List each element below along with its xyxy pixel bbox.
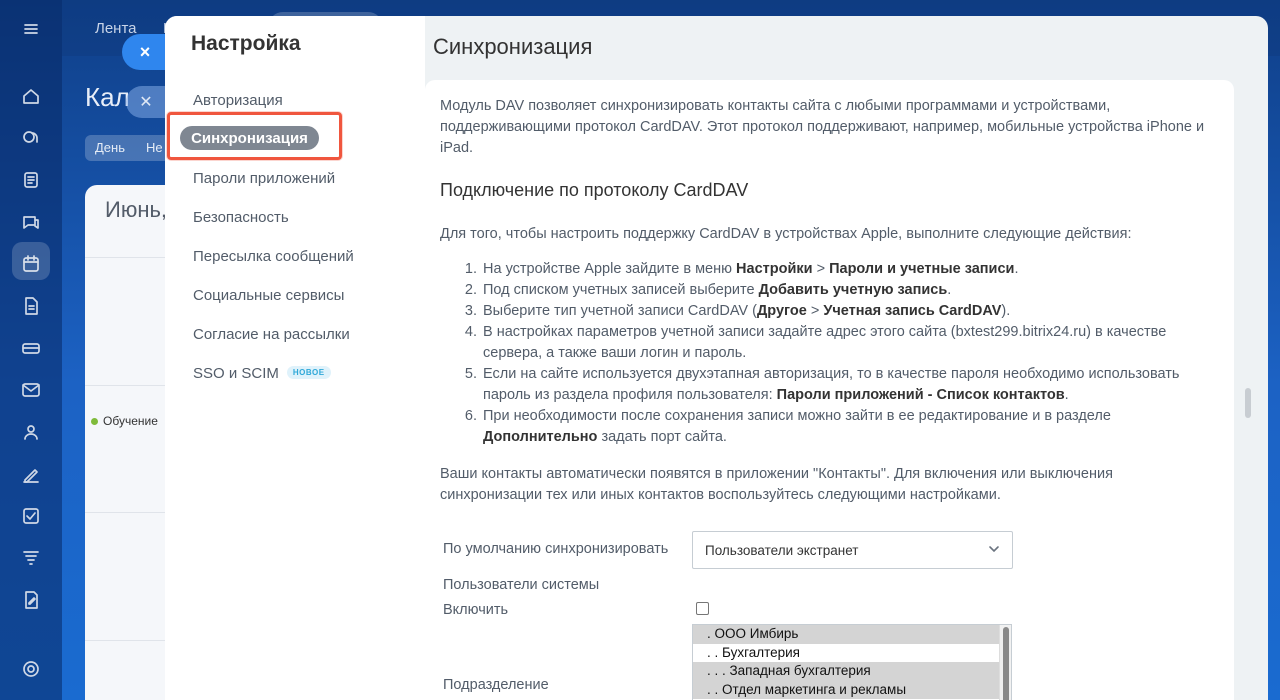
step-item: Под списком учетных записей выберите Доб… xyxy=(481,280,1225,301)
page-title: Синхронизация xyxy=(433,34,593,59)
step-bold-text: Пароли приложений - Список контактов xyxy=(776,387,1065,403)
step-text: . xyxy=(1014,261,1019,277)
step-text: В настройках параметров учетной записи з… xyxy=(483,324,1167,361)
calendar-divider xyxy=(85,385,165,386)
close-icon[interactable]: ✕ xyxy=(126,86,166,118)
step-text: > xyxy=(806,303,824,319)
edit-doc-icon[interactable] xyxy=(19,588,43,612)
panel-scrollbar[interactable] xyxy=(1245,388,1251,418)
filter-icon[interactable] xyxy=(19,546,43,570)
step-text: ). xyxy=(1001,303,1011,319)
step-item: Выберите тип учетной записи CardDAV (Дру… xyxy=(481,301,1225,322)
settings-icon[interactable] xyxy=(19,657,43,681)
outro-text: Ваши контакты автоматически появятся в п… xyxy=(440,466,1113,503)
department-option[interactable]: . ООО Имбирь xyxy=(693,625,999,644)
department-option[interactable]: . . Бухгалтерия xyxy=(693,644,999,663)
step-text: На устройстве Apple зайдите в меню xyxy=(483,261,737,277)
step-text: задать порт сайта. xyxy=(597,429,727,445)
calendar-divider xyxy=(85,257,165,258)
nav-item-label: SSO и SCIM xyxy=(193,365,279,382)
step-bold-text: Добавить учетную запись xyxy=(758,282,948,298)
step-text: > xyxy=(812,261,830,277)
nav-item-app-passwords[interactable]: Пароли приложений xyxy=(193,170,335,187)
step-bold-text: Пароли и учетные записи xyxy=(829,261,1015,277)
annotation-highlight-box xyxy=(167,112,342,160)
department-label: Подразделение xyxy=(443,677,549,693)
calendar-month: Июнь, xyxy=(105,197,168,222)
intro-text: Модуль DAV позволяет синхронизировать ко… xyxy=(440,98,1205,156)
calendar-divider xyxy=(85,512,165,513)
top-tab-feed[interactable]: Лента xyxy=(95,20,137,37)
step-bold-text: Другое xyxy=(756,303,807,319)
close-slider-button[interactable]: × xyxy=(122,34,166,70)
instructions-text: Для того, чтобы настроить поддержку Card… xyxy=(440,226,1132,242)
left-sidebar xyxy=(0,0,62,700)
step-bold-text: Дополнительно xyxy=(483,429,598,445)
drive-icon[interactable] xyxy=(19,336,43,360)
calendar-divider xyxy=(85,640,165,641)
chat-bubbles-icon[interactable] xyxy=(19,126,43,150)
step-text: . xyxy=(1064,387,1069,403)
nav-item-mailing-consent[interactable]: Согласие на рассылки xyxy=(193,326,350,343)
sign-icon[interactable] xyxy=(19,462,43,486)
nav-item-security[interactable]: Безопасность xyxy=(193,209,289,226)
calendar-event[interactable]: Обучение xyxy=(91,414,158,428)
nav-item-authorization[interactable]: Авторизация xyxy=(193,92,283,109)
step-item: Если на сайте используется двухэтапная а… xyxy=(481,364,1225,406)
mail-icon[interactable] xyxy=(19,378,43,402)
tasks-icon[interactable] xyxy=(19,168,43,192)
step-text: . xyxy=(947,282,952,298)
select-value: Пользователи экстранет xyxy=(705,542,859,558)
step-item: При необходимости после сохранения запис… xyxy=(481,406,1225,448)
department-option[interactable]: . . Отдел маркетинга и рекламы xyxy=(693,680,999,699)
step-bold-text: Учетная запись CardDAV xyxy=(823,303,1002,319)
new-badge: НОВОЕ xyxy=(286,365,331,379)
checklist-icon[interactable] xyxy=(19,504,43,528)
step-text: При необходимости после сохранения запис… xyxy=(483,408,1111,424)
calendar-title: Кал xyxy=(85,82,130,112)
close-icon: × xyxy=(139,41,151,62)
step-item: В настройках параметров учетной записи з… xyxy=(481,322,1225,364)
department-option[interactable]: . . . Западная бухгалтерия xyxy=(693,662,999,681)
step-text: Под списком учетных записей выберите xyxy=(483,282,759,298)
step-text: Выберите тип учетной записи CardDAV ( xyxy=(483,303,757,319)
nav-item-social-services[interactable]: Социальные сервисы xyxy=(193,287,344,304)
scrollbar-thumb[interactable] xyxy=(1003,627,1009,700)
department-listbox[interactable]: . ООО Имбирь. . Бухгалтерия. . . Западна… xyxy=(692,624,1012,700)
messages-icon[interactable] xyxy=(19,210,43,234)
sidebar-active-marker xyxy=(12,242,50,280)
nav-title: Настройка xyxy=(191,32,301,55)
home-icon[interactable] xyxy=(19,84,43,108)
enable-checkbox[interactable] xyxy=(696,602,709,615)
steps-list: На устройстве Apple зайдите в меню Настр… xyxy=(465,259,1225,448)
section-subtitle: Подключение по протоколу CardDAV xyxy=(440,180,749,200)
enable-label: Включить xyxy=(443,602,509,618)
view-day[interactable]: День xyxy=(95,140,125,155)
system-users-label: Пользователи системы xyxy=(443,577,600,593)
event-dot xyxy=(91,417,98,425)
view-week[interactable]: Не xyxy=(146,140,163,155)
documents-icon[interactable] xyxy=(19,294,43,318)
chevron-down-icon xyxy=(989,546,999,553)
listbox-scrollbar[interactable] xyxy=(999,625,1011,700)
menu-icon[interactable] xyxy=(19,17,43,41)
event-label: Обучение xyxy=(103,414,158,428)
contacts-icon[interactable] xyxy=(19,420,43,444)
default-sync-label: По умолчанию синхронизировать xyxy=(443,541,669,557)
content-card: Модуль DAV позволяет синхронизировать ко… xyxy=(425,80,1234,700)
step-bold-text: Настройки xyxy=(736,261,813,277)
department-options: . ООО Имбирь. . Бухгалтерия. . . Западна… xyxy=(693,625,1011,699)
step-item: На устройстве Apple зайдите в меню Настр… xyxy=(481,259,1225,280)
nav-item-sso-scim[interactable]: SSO и SCIM НОВОЕ xyxy=(193,365,331,382)
nav-item-mail-forwarding[interactable]: Пересылка сообщений xyxy=(193,248,354,265)
default-sync-select[interactable]: Пользователи экстранет xyxy=(692,531,1013,569)
